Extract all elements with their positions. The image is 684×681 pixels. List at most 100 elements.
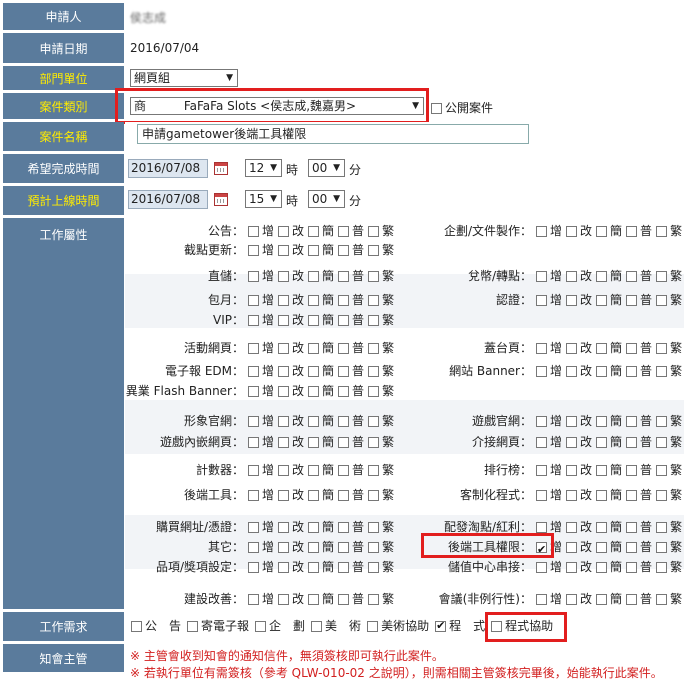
attribute-checkbox[interactable] — [338, 490, 350, 501]
attribute-checkbox[interactable] — [278, 490, 290, 501]
attribute-checkbox[interactable] — [308, 416, 320, 427]
attribute-checkbox[interactable] — [308, 465, 320, 476]
attribute-checkbox[interactable] — [656, 490, 668, 501]
plan-online-date-input[interactable]: 2016/07/08 — [128, 190, 208, 209]
attribute-checkbox[interactable] — [278, 366, 290, 377]
attribute-checkbox[interactable] — [536, 416, 547, 427]
attribute-checkbox[interactable] — [278, 465, 290, 476]
attribute-checkbox[interactable] — [566, 562, 578, 573]
attribute-checkbox[interactable] — [566, 490, 578, 501]
attribute-checkbox[interactable] — [536, 271, 547, 282]
attribute-checkbox[interactable] — [596, 562, 608, 573]
attribute-checkbox[interactable] — [596, 271, 608, 282]
requirement-checkbox[interactable] — [435, 619, 447, 632]
attribute-checkbox[interactable] — [278, 522, 290, 533]
attribute-checkbox[interactable] — [278, 386, 290, 397]
attribute-checkbox[interactable] — [368, 315, 380, 326]
attribute-checkbox[interactable] — [308, 366, 320, 377]
attribute-checkbox[interactable] — [566, 343, 578, 354]
attribute-checkbox[interactable] — [626, 542, 638, 553]
attribute-checkbox[interactable] — [566, 522, 578, 533]
attribute-checkbox[interactable] — [626, 416, 638, 427]
case-name-input[interactable]: 申請gametower後端工具權限 — [137, 124, 529, 144]
attribute-checkbox[interactable] — [338, 594, 350, 605]
attribute-checkbox[interactable] — [248, 490, 259, 501]
attribute-checkbox[interactable] — [248, 386, 259, 397]
attribute-checkbox[interactable] — [536, 465, 547, 476]
attribute-checkbox[interactable] — [566, 366, 578, 377]
hope-done-hour-select[interactable]: 12 ▼ — [245, 159, 282, 177]
attribute-checkbox[interactable] — [626, 295, 638, 306]
attribute-checkbox[interactable] — [536, 562, 547, 573]
attribute-checkbox[interactable] — [338, 562, 350, 573]
attribute-checkbox[interactable] — [596, 437, 608, 448]
attribute-checkbox[interactable] — [536, 295, 547, 306]
requirement-checkbox[interactable] — [367, 621, 379, 632]
attribute-checkbox[interactable] — [656, 542, 668, 553]
attribute-checkbox[interactable] — [566, 542, 578, 553]
attribute-checkbox[interactable] — [308, 437, 320, 448]
attribute-checkbox[interactable] — [626, 366, 638, 377]
attribute-checkbox[interactable] — [278, 343, 290, 354]
attribute-checkbox[interactable] — [308, 226, 320, 237]
attribute-checkbox[interactable] — [536, 594, 547, 605]
plan-online-hour-select[interactable]: 15 ▼ — [245, 190, 282, 208]
calendar-icon[interactable] — [214, 162, 228, 175]
attribute-checkbox[interactable] — [248, 226, 259, 237]
attribute-checkbox[interactable] — [248, 522, 259, 533]
public-case-option[interactable]: 公開案件 — [431, 99, 493, 116]
attribute-checkbox[interactable] — [596, 542, 608, 553]
attribute-checkbox[interactable] — [278, 315, 290, 326]
attribute-checkbox[interactable] — [338, 226, 350, 237]
attribute-checkbox[interactable] — [656, 465, 668, 476]
attribute-checkbox[interactable] — [626, 437, 638, 448]
attribute-checkbox[interactable] — [338, 271, 350, 282]
attribute-checkbox[interactable] — [248, 437, 259, 448]
attribute-checkbox[interactable] — [308, 386, 320, 397]
attribute-checkbox[interactable] — [278, 226, 290, 237]
attribute-checkbox[interactable] — [308, 295, 320, 306]
attribute-checkbox[interactable] — [308, 343, 320, 354]
requirement-checkbox[interactable] — [255, 621, 267, 632]
attribute-checkbox[interactable] — [338, 542, 350, 553]
attribute-checkbox[interactable] — [338, 522, 350, 533]
attribute-checkbox[interactable] — [248, 343, 259, 354]
calendar-icon[interactable] — [214, 193, 228, 206]
attribute-checkbox[interactable] — [308, 562, 320, 573]
attribute-checkbox[interactable] — [338, 386, 350, 397]
attribute-checkbox[interactable] — [656, 271, 668, 282]
attribute-checkbox[interactable] — [248, 295, 259, 306]
attribute-checkbox[interactable] — [626, 343, 638, 354]
attribute-checkbox[interactable] — [368, 226, 380, 237]
attribute-checkbox[interactable] — [596, 490, 608, 501]
attribute-checkbox[interactable] — [566, 437, 578, 448]
attribute-checkbox[interactable] — [566, 295, 578, 306]
attribute-checkbox[interactable] — [656, 594, 668, 605]
attribute-checkbox[interactable] — [248, 542, 259, 553]
attribute-checkbox[interactable] — [338, 343, 350, 354]
attribute-checkbox[interactable] — [536, 437, 547, 448]
attribute-checkbox[interactable] — [566, 226, 578, 237]
attribute-checkbox[interactable] — [368, 343, 380, 354]
attribute-checkbox[interactable] — [338, 465, 350, 476]
attribute-checkbox[interactable] — [566, 416, 578, 427]
attribute-checkbox[interactable] — [626, 522, 638, 533]
attribute-checkbox[interactable] — [368, 594, 380, 605]
attribute-checkbox[interactable] — [308, 490, 320, 501]
attribute-checkbox[interactable] — [596, 343, 608, 354]
attribute-checkbox[interactable] — [656, 295, 668, 306]
attribute-checkbox[interactable] — [278, 437, 290, 448]
attribute-checkbox[interactable] — [278, 542, 290, 553]
hope-done-minute-select[interactable]: 00 ▼ — [308, 159, 345, 177]
attribute-checkbox[interactable] — [308, 271, 320, 282]
department-select[interactable]: 網頁組 ▼ — [130, 69, 238, 87]
attribute-checkbox[interactable] — [248, 465, 259, 476]
attribute-checkbox[interactable] — [626, 226, 638, 237]
attribute-checkbox[interactable] — [656, 416, 668, 427]
requirement-checkbox[interactable] — [131, 621, 142, 632]
attribute-checkbox[interactable] — [536, 343, 547, 354]
attribute-checkbox[interactable] — [368, 490, 380, 501]
attribute-checkbox[interactable] — [368, 437, 380, 448]
attribute-checkbox[interactable] — [566, 465, 578, 476]
attribute-checkbox[interactable] — [368, 522, 380, 533]
